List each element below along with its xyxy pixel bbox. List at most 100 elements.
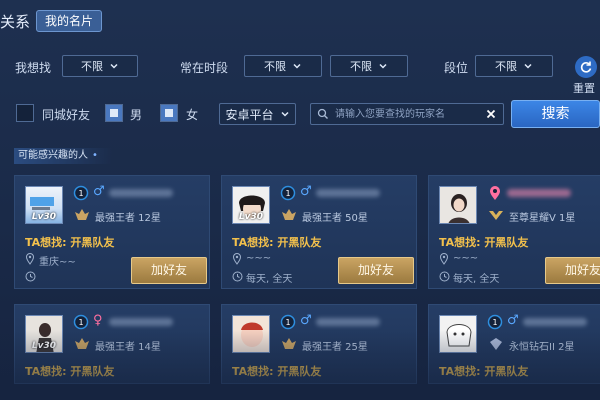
seeking-text: TA想找: 开黑队友 xyxy=(439,236,529,249)
section-header: 可能感兴趣的人 • xyxy=(14,148,112,164)
player-name-blurred xyxy=(109,189,173,197)
svg-text:1: 1 xyxy=(285,318,290,327)
chevron-down-icon xyxy=(293,63,301,69)
player-name-blurred xyxy=(316,318,380,326)
reset-label[interactable]: 重置 xyxy=(573,80,595,96)
search-input[interactable] xyxy=(335,106,485,122)
gender-icon: ♂ xyxy=(300,184,312,199)
seek-filter-label: 我想找 xyxy=(15,61,52,75)
male-checkbox[interactable] xyxy=(105,104,123,122)
rank-filter-select[interactable]: 不限 xyxy=(475,55,553,77)
svg-text:1: 1 xyxy=(78,189,83,198)
reset-icon[interactable] xyxy=(575,56,597,78)
active-time-text: 每天, 全天 xyxy=(453,274,500,285)
add-friend-button[interactable]: 加好友 xyxy=(338,257,414,284)
level-badge: Lv30 xyxy=(31,212,57,222)
svg-text:1: 1 xyxy=(285,189,290,198)
clock-icon xyxy=(25,271,36,282)
profile-badge-icon: 1 xyxy=(73,314,89,330)
svg-text:1: 1 xyxy=(78,318,83,327)
player-card[interactable]: 至尊星耀V 1星 TA想找: 开黑队友 ~~~ 每天, 全天 加好友 xyxy=(428,175,600,289)
chevron-down-icon xyxy=(524,63,532,69)
platform-select[interactable]: 安卓平台 xyxy=(219,103,296,125)
location-icon xyxy=(25,253,35,265)
player-card[interactable]: 1 ♂ 永恒钻石II 2星 TA想找: 开黑队友 xyxy=(428,304,600,384)
rank-emblem-icon xyxy=(282,338,296,349)
player-name-blurred xyxy=(316,189,380,197)
svg-text:1: 1 xyxy=(492,318,497,327)
add-friend-button[interactable]: 加好友 xyxy=(131,257,207,284)
section-label: 可能感兴趣的人 xyxy=(18,150,88,161)
active-time-label: 常在时段 xyxy=(180,61,229,75)
page-title: 关系 xyxy=(0,13,31,31)
active-time-from-select[interactable]: 不限 xyxy=(244,55,322,77)
seek-filter-select[interactable]: 不限 xyxy=(62,55,138,77)
level-badge: Lv30 xyxy=(238,212,264,222)
rank-emblem-icon xyxy=(75,338,89,349)
gender-icon: ♂ xyxy=(93,184,105,199)
rank-filter-value: 不限 xyxy=(495,60,517,73)
active-time-from-value: 不限 xyxy=(264,60,286,73)
rank-emblem-icon xyxy=(489,211,503,220)
clock-icon xyxy=(232,271,243,282)
location-pin-badge-icon xyxy=(490,186,500,200)
location-icon xyxy=(439,253,449,265)
player-name-blurred xyxy=(507,189,571,197)
location-text: ~~~ xyxy=(246,253,272,264)
seeking-text: TA想找: 开黑队友 xyxy=(439,365,529,378)
avatar[interactable] xyxy=(439,315,477,353)
player-card[interactable]: Lv30 1 ♂ 最强王者 12星 TA想找: 开黑队友 重庆~~ 加好友 xyxy=(14,175,210,289)
gender-icon: ♂ xyxy=(300,313,312,328)
profile-badge-icon: 1 xyxy=(487,314,503,330)
female-checkbox[interactable] xyxy=(160,104,178,122)
seeking-text: TA想找: 开黑队友 xyxy=(25,365,115,378)
rank-text: 至尊星耀V 1星 xyxy=(509,213,576,224)
female-label: 女 xyxy=(186,108,199,122)
rank-text: 最强王者 14星 xyxy=(95,342,161,353)
location-icon xyxy=(232,253,242,265)
seeking-text: TA想找: 开黑队友 xyxy=(232,365,322,378)
rank-emblem-icon xyxy=(490,338,502,350)
seeking-text: TA想找: 开黑队友 xyxy=(232,236,322,249)
platform-value: 安卓平台 xyxy=(225,107,274,122)
avatar[interactable] xyxy=(232,315,270,353)
player-card[interactable]: Lv30 1 ♂ 最强王者 50星 TA想找: 开黑队友 ~~~ 每天, 全天 … xyxy=(221,175,417,289)
level-badge: Lv30 xyxy=(31,341,57,351)
rank-text: 最强王者 50星 xyxy=(302,213,368,224)
seek-filter-value: 不限 xyxy=(81,60,103,73)
player-card[interactable]: 1 ♂ 最强王者 25星 TA想找: 开黑队友 xyxy=(221,304,417,384)
rank-emblem-icon xyxy=(282,209,296,220)
rank-text: 最强王者 12星 xyxy=(95,213,161,224)
active-time-text: 每天, 全天 xyxy=(246,274,293,285)
rank-text: 永恒钻石II 2星 xyxy=(509,342,575,353)
rank-filter-label: 段位 xyxy=(444,61,469,75)
rank-emblem-icon xyxy=(75,209,89,220)
clear-icon[interactable] xyxy=(486,109,496,119)
dot-icon: • xyxy=(92,150,98,161)
seeking-text: TA想找: 开黑队友 xyxy=(25,236,115,249)
profile-badge-icon: 1 xyxy=(73,185,89,201)
same-city-checkbox[interactable] xyxy=(16,104,34,122)
level-badge xyxy=(439,210,477,224)
active-time-to-select[interactable]: 不限 xyxy=(330,55,408,77)
player-card[interactable]: Lv30 1 ♀ 最强王者 14星 TA想找: 开黑队友 xyxy=(14,304,210,384)
location-text: 重庆~~ xyxy=(39,257,76,268)
search-icon xyxy=(317,108,328,119)
tab-my-card[interactable]: 我的名片 xyxy=(36,10,102,32)
chevron-down-icon xyxy=(280,111,289,117)
add-friend-button[interactable]: 加好友 xyxy=(545,257,600,284)
rank-text: 最强王者 25星 xyxy=(302,342,368,353)
chevron-down-icon xyxy=(379,63,387,69)
player-name-blurred xyxy=(523,318,587,326)
gender-icon: ♂ xyxy=(507,313,519,328)
clock-icon xyxy=(439,271,450,282)
search-box[interactable] xyxy=(310,103,504,125)
player-name-blurred xyxy=(109,318,173,326)
male-label: 男 xyxy=(130,108,143,122)
gender-icon: ♀ xyxy=(93,313,103,328)
search-button[interactable]: 搜索 xyxy=(511,100,600,128)
location-text: ~~~ xyxy=(453,253,479,264)
active-time-to-value: 不限 xyxy=(350,60,372,73)
chevron-down-icon xyxy=(110,63,118,69)
profile-badge-icon: 1 xyxy=(280,185,296,201)
